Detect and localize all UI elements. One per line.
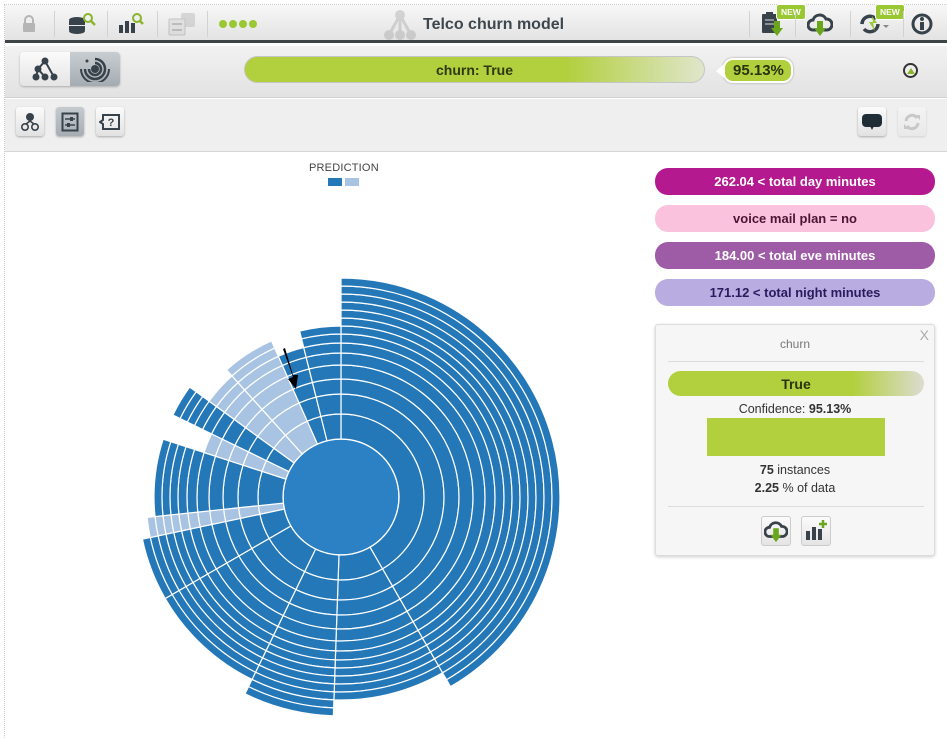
data-percent-label: % of data	[782, 481, 836, 495]
sunburst-chart[interactable]	[0, 153, 650, 738]
tree-view-toggle[interactable]	[20, 52, 70, 86]
compare-button[interactable]	[165, 9, 199, 39]
sunburst-segment[interactable]	[315, 393, 342, 418]
data-percent-value: 2.25	[754, 481, 780, 495]
sliders-icon	[61, 112, 79, 131]
top-toolbar: Telco churn model NEW NEW	[5, 4, 947, 43]
cloud-download-button[interactable]	[805, 9, 835, 39]
model-search-icon	[119, 13, 144, 33]
dots-icon	[219, 20, 257, 28]
separator	[54, 11, 55, 37]
sunburst-segment[interactable]	[209, 508, 227, 526]
node-confidence: Confidence: 95.13%	[656, 402, 934, 416]
rule-total-eve-minutes: 184.00 < total eve minutes	[655, 242, 935, 269]
instances-count: 75	[759, 463, 774, 477]
new-badge: NEW	[776, 4, 806, 20]
node-objective-title: churn	[779, 337, 811, 351]
svg-text:?: ?	[108, 117, 115, 129]
cloud-download-icon	[807, 13, 833, 36]
create-evaluation-button[interactable]	[801, 516, 831, 546]
confidence-value: 95.13%	[808, 402, 852, 416]
separator	[795, 11, 796, 37]
cloud-download-icon	[764, 521, 788, 543]
node-info-panel: X churn True Confidence: 95.13% 75 insta…	[655, 324, 935, 556]
divider	[668, 506, 924, 507]
refresh-button[interactable]	[898, 107, 926, 136]
tree-icon	[32, 57, 58, 81]
tree-node-button[interactable]	[16, 107, 44, 136]
app-title: Telco churn model	[383, 8, 564, 42]
dataset-search-button[interactable]	[67, 9, 97, 39]
prediction-bar-row: churn: True 95.13%	[5, 46, 947, 98]
compare-icon	[168, 13, 195, 36]
separator	[749, 11, 750, 37]
divider	[668, 361, 924, 362]
refresh-icon	[904, 113, 920, 130]
question-button[interactable]: ?	[96, 107, 124, 136]
question-bubble-icon: ?	[99, 113, 120, 130]
instances-label: instances	[777, 463, 831, 477]
rule-voice-mail-plan: voice mail plan = no	[655, 205, 935, 232]
triangle-up-icon	[906, 67, 915, 74]
separator	[107, 11, 108, 37]
info-button[interactable]	[909, 9, 935, 39]
separator	[157, 11, 158, 37]
separator	[903, 11, 904, 37]
prediction-bar: churn: True	[244, 56, 705, 83]
separator	[850, 11, 851, 37]
model-title: Telco churn model	[423, 16, 565, 33]
collapse-button[interactable]	[903, 63, 918, 78]
info-icon	[911, 13, 933, 35]
model-search-button[interactable]	[117, 9, 145, 39]
rule-total-night-minutes: 171.12 < total night minutes	[655, 279, 935, 306]
filter-button[interactable]	[56, 107, 84, 136]
new-badge: NEW	[875, 4, 905, 20]
lock-button[interactable]	[19, 9, 39, 39]
comment-icon	[862, 113, 882, 130]
lock-icon	[23, 15, 35, 32]
view-toggle	[20, 52, 120, 86]
node-data-percent: 2.25 % of data	[656, 481, 934, 495]
node-prediction: True	[668, 371, 924, 396]
dataset-search-icon	[69, 13, 96, 34]
confidence-tag: 95.13%	[716, 58, 793, 83]
confidence-label: Confidence:	[738, 402, 806, 416]
separator	[207, 11, 208, 37]
node-instances: 75 instances	[656, 463, 934, 477]
node-branch-icon	[21, 112, 39, 131]
model-logo-icon	[384, 10, 416, 40]
progress-dots	[217, 9, 259, 39]
rule-total-day-minutes: 262.04 < total day minutes	[655, 168, 935, 195]
download-node-button[interactable]	[761, 516, 791, 546]
sunburst-view-toggle[interactable]	[70, 52, 120, 86]
tools-row: ?	[5, 99, 947, 152]
comment-button[interactable]	[858, 107, 886, 136]
sunburst-segment[interactable]	[222, 507, 241, 523]
chart-add-icon	[806, 520, 827, 540]
sunburst-icon	[80, 57, 110, 82]
confidence-bar	[707, 418, 885, 456]
